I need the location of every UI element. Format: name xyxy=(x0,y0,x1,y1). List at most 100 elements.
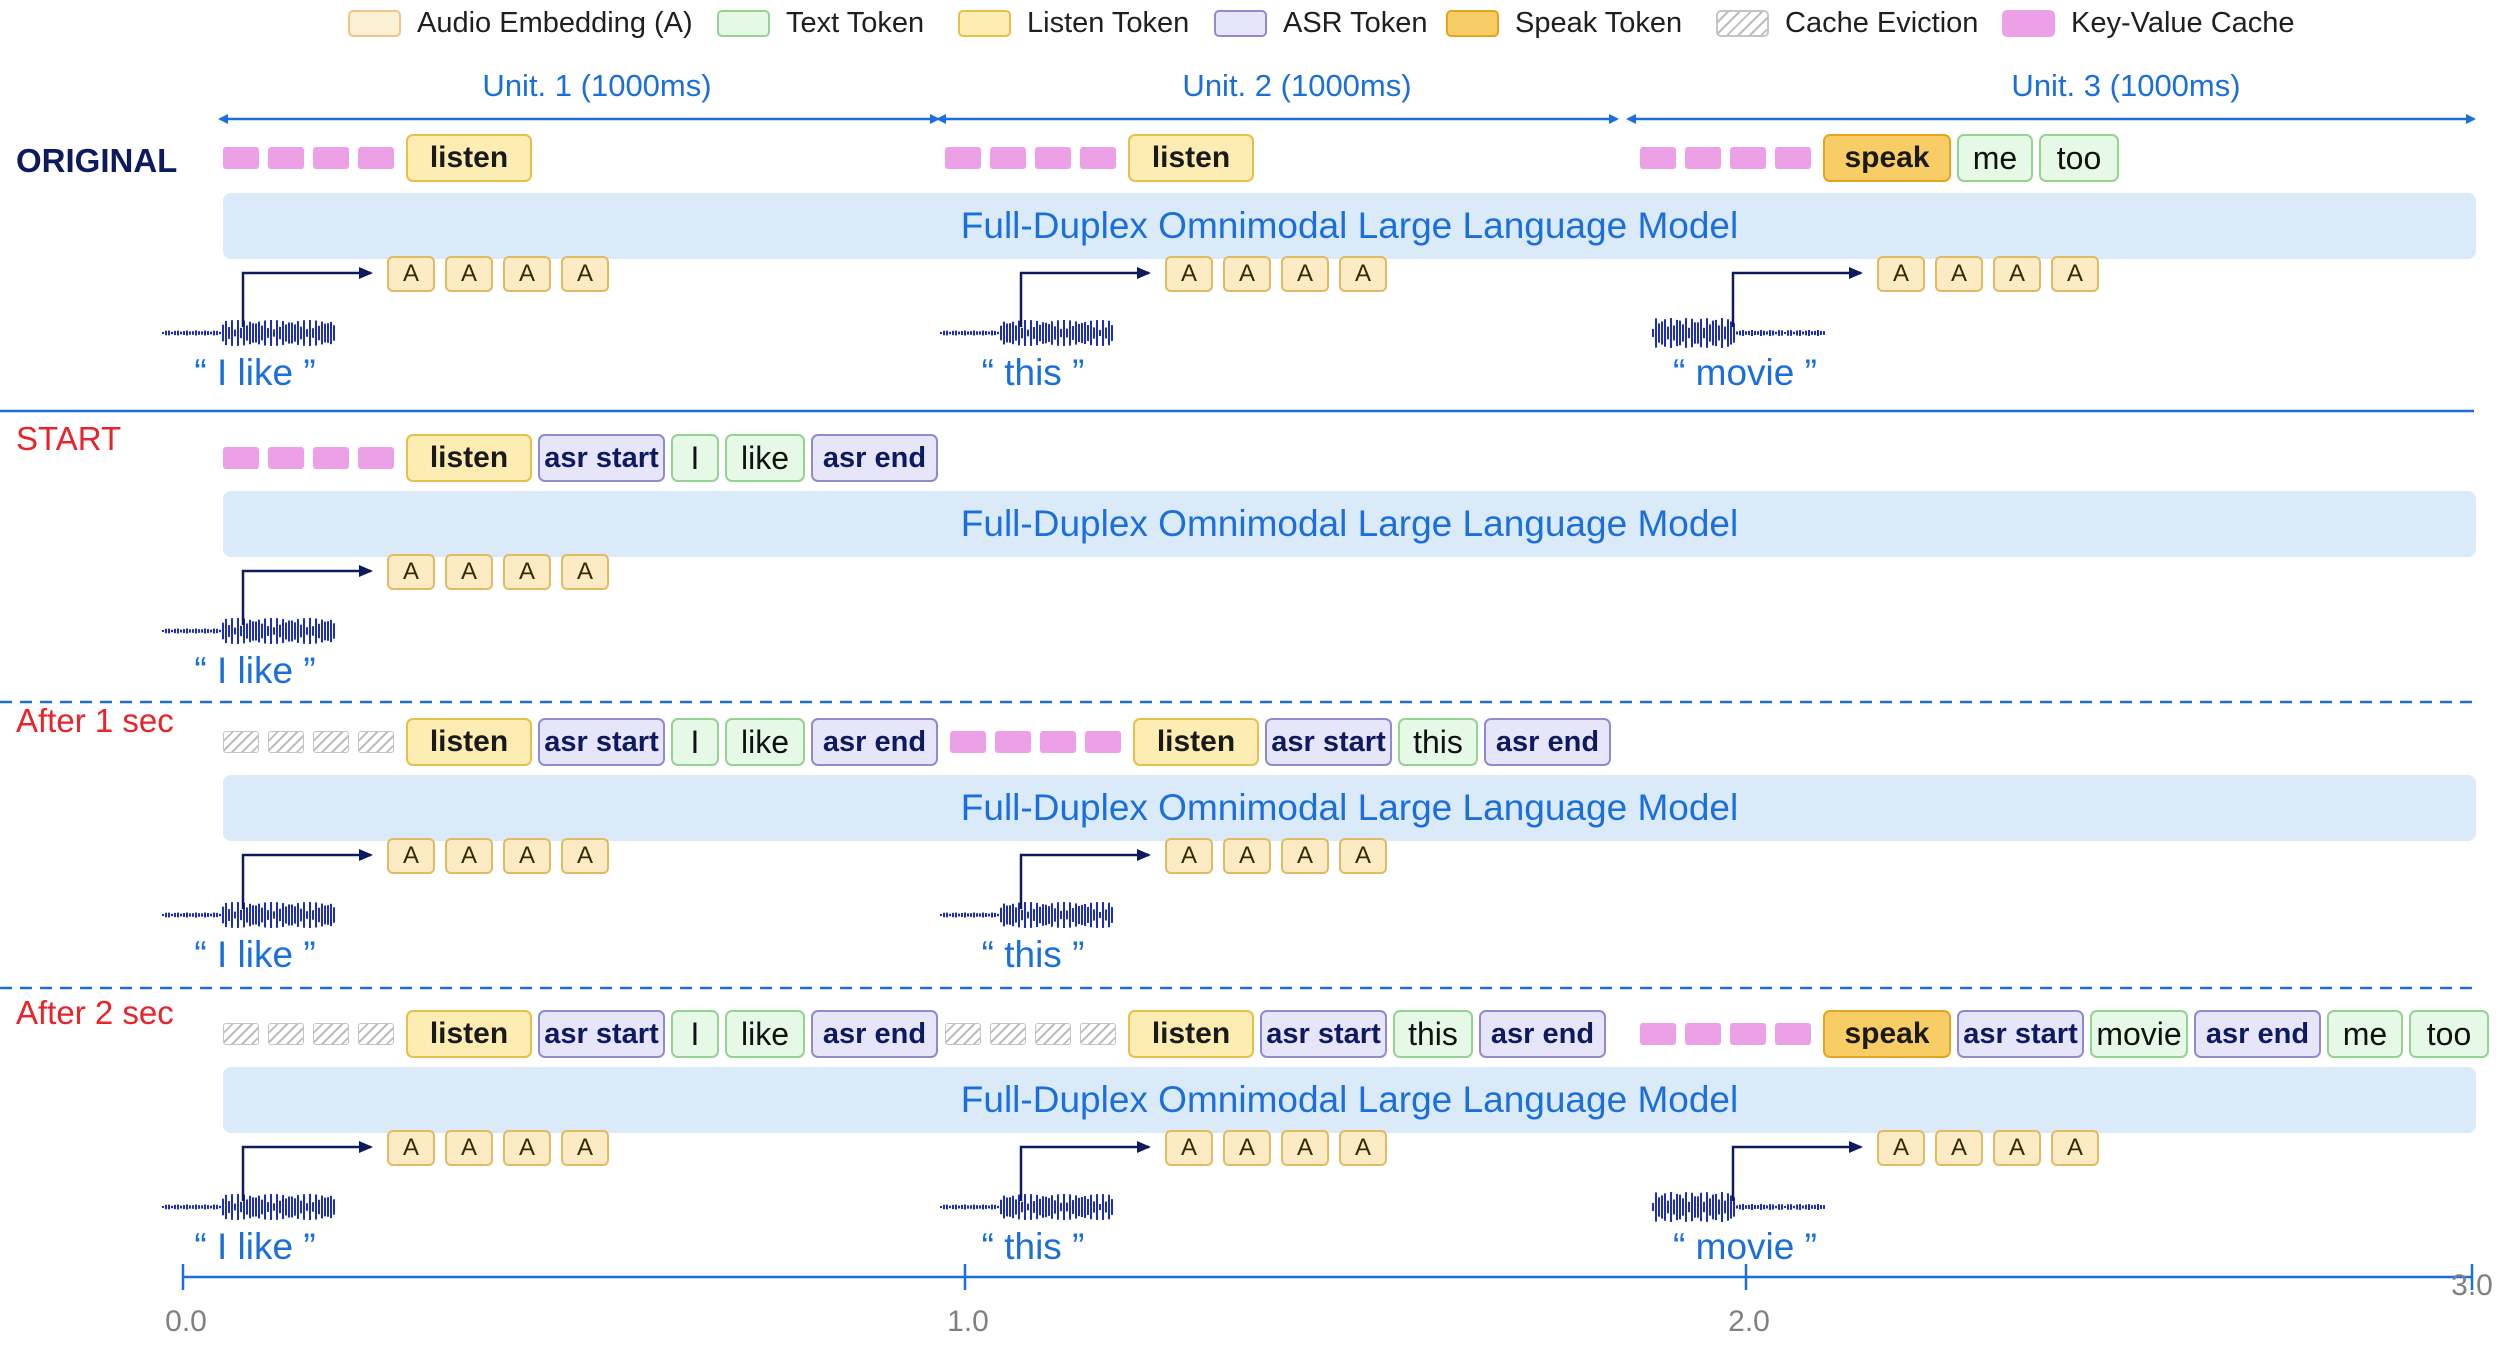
kv-cache-block xyxy=(950,731,986,753)
audio-to-embedding-arrow xyxy=(1019,849,1151,909)
kv-cache-block xyxy=(1775,147,1811,169)
row-label: After 2 sec xyxy=(16,994,174,1031)
cache-eviction-block xyxy=(313,731,349,753)
transcript-quote: “ I like ” xyxy=(194,650,316,691)
kv-cache-block xyxy=(1730,147,1766,169)
kv-cache-block xyxy=(1775,1023,1811,1045)
audio-embedding-block: A xyxy=(445,838,493,874)
asr-token: asr start xyxy=(1260,1010,1387,1058)
transcript-quote: “ I like ” xyxy=(194,352,316,393)
kv-cache-block xyxy=(1685,1023,1721,1045)
listen-token: listen xyxy=(406,1010,532,1058)
kv-cache-block xyxy=(1040,731,1076,753)
audio-embedding-block: A xyxy=(2051,1130,2099,1166)
audio-embedding-block: A xyxy=(1165,256,1213,292)
text-token: me xyxy=(2327,1010,2403,1058)
audio-embedding-block: A xyxy=(1165,1130,1213,1166)
transcript-quote: “ this ” xyxy=(981,352,1085,393)
asr-token: asr end xyxy=(811,434,938,482)
audio-embedding-block: A xyxy=(387,1130,435,1166)
asr-token: asr end xyxy=(1479,1010,1606,1058)
audio-embedding-block: A xyxy=(1993,1130,2041,1166)
asr-token: asr start xyxy=(1265,718,1392,766)
listen-token: listen xyxy=(406,718,532,766)
text-token: I xyxy=(671,434,719,482)
waveform-icon xyxy=(1652,318,1825,348)
audio-embedding-block: A xyxy=(561,838,609,874)
cache-eviction-block xyxy=(1080,1023,1116,1045)
asr-token: asr start xyxy=(1957,1010,2084,1058)
cache-eviction-block xyxy=(945,1023,981,1045)
kv-cache-block xyxy=(358,147,394,169)
unit-label: Unit. 3 (1000ms) xyxy=(2011,68,2241,103)
audio-embedding-block: A xyxy=(1877,1130,1925,1166)
audio-embedding-block: A xyxy=(445,554,493,590)
waveform-icon xyxy=(162,902,335,928)
transcript-quote: “ this ” xyxy=(981,934,1085,975)
timeline-tick-label: 3.0 xyxy=(2451,1269,2493,1302)
transcript-quote: “ this ” xyxy=(981,1226,1085,1267)
audio-embedding-block: A xyxy=(1339,838,1387,874)
listen-token: listen xyxy=(1133,718,1259,766)
kv-cache-block xyxy=(223,147,259,169)
audio-to-embedding-arrow xyxy=(241,849,373,909)
audio-embedding-block: A xyxy=(1339,256,1387,292)
waveform-icon xyxy=(1652,1192,1825,1222)
audio-to-embedding-arrow xyxy=(1019,267,1151,327)
asr-token: asr start xyxy=(538,718,665,766)
model-bar: Full-Duplex Omnimodal Large Language Mod… xyxy=(223,775,2476,841)
listen-token: listen xyxy=(406,434,532,482)
unit-label: Unit. 1 (1000ms) xyxy=(482,68,712,103)
text-token: I xyxy=(671,1010,719,1058)
text-token: this xyxy=(1393,1010,1473,1058)
transcript-quote: “ movie ” xyxy=(1673,1226,1817,1267)
audio-to-embedding-arrow xyxy=(1019,1141,1151,1201)
model-bar: Full-Duplex Omnimodal Large Language Mod… xyxy=(223,1067,2476,1133)
audio-to-embedding-arrow xyxy=(1731,267,1863,327)
audio-embedding-block: A xyxy=(1935,256,1983,292)
audio-to-embedding-arrow xyxy=(241,565,373,625)
cache-eviction-block xyxy=(268,1023,304,1045)
audio-embedding-block: A xyxy=(1165,838,1213,874)
kv-cache-block xyxy=(1640,1023,1676,1045)
listen-token: listen xyxy=(1128,1010,1254,1058)
audio-embedding-block: A xyxy=(1223,1130,1271,1166)
waveform-icon xyxy=(940,902,1113,928)
model-bar: Full-Duplex Omnimodal Large Language Mod… xyxy=(223,193,2476,259)
audio-embedding-block: A xyxy=(387,554,435,590)
timeline-tick-label: 2.0 xyxy=(1728,1305,1770,1338)
text-token: too xyxy=(2409,1010,2489,1058)
transcript-quote: “ I like ” xyxy=(194,934,316,975)
kv-cache-block xyxy=(995,731,1031,753)
audio-embedding-block: A xyxy=(1935,1130,1983,1166)
transcript-quote: “ I like ” xyxy=(194,1226,316,1267)
waveform-icon xyxy=(162,320,335,346)
asr-token: asr end xyxy=(811,1010,938,1058)
cache-eviction-block xyxy=(268,731,304,753)
audio-embedding-block: A xyxy=(387,256,435,292)
kv-cache-block xyxy=(223,447,259,469)
transcript-quote: “ movie ” xyxy=(1673,352,1817,393)
waveform-icon xyxy=(162,1194,335,1220)
audio-embedding-block: A xyxy=(445,256,493,292)
audio-embedding-block: A xyxy=(561,1130,609,1166)
cache-eviction-block xyxy=(1035,1023,1071,1045)
asr-token: asr end xyxy=(1484,718,1611,766)
audio-embedding-block: A xyxy=(1281,256,1329,292)
kv-cache-block xyxy=(1640,147,1676,169)
text-token: like xyxy=(725,434,805,482)
audio-embedding-block: A xyxy=(503,256,551,292)
speak-token: speak xyxy=(1823,134,1951,182)
text-token: like xyxy=(725,718,805,766)
text-token: I xyxy=(671,718,719,766)
kv-cache-block xyxy=(990,147,1026,169)
audio-to-embedding-arrow xyxy=(241,267,373,327)
kv-cache-block xyxy=(1035,147,1071,169)
asr-token: asr start xyxy=(538,434,665,482)
speak-token: speak xyxy=(1823,1010,1951,1058)
kv-cache-block xyxy=(268,447,304,469)
timeline-tick-label: 0.0 xyxy=(165,1305,207,1338)
waveform-icon xyxy=(940,1194,1113,1220)
cache-eviction-block xyxy=(358,1023,394,1045)
kv-cache-block xyxy=(1730,1023,1766,1045)
